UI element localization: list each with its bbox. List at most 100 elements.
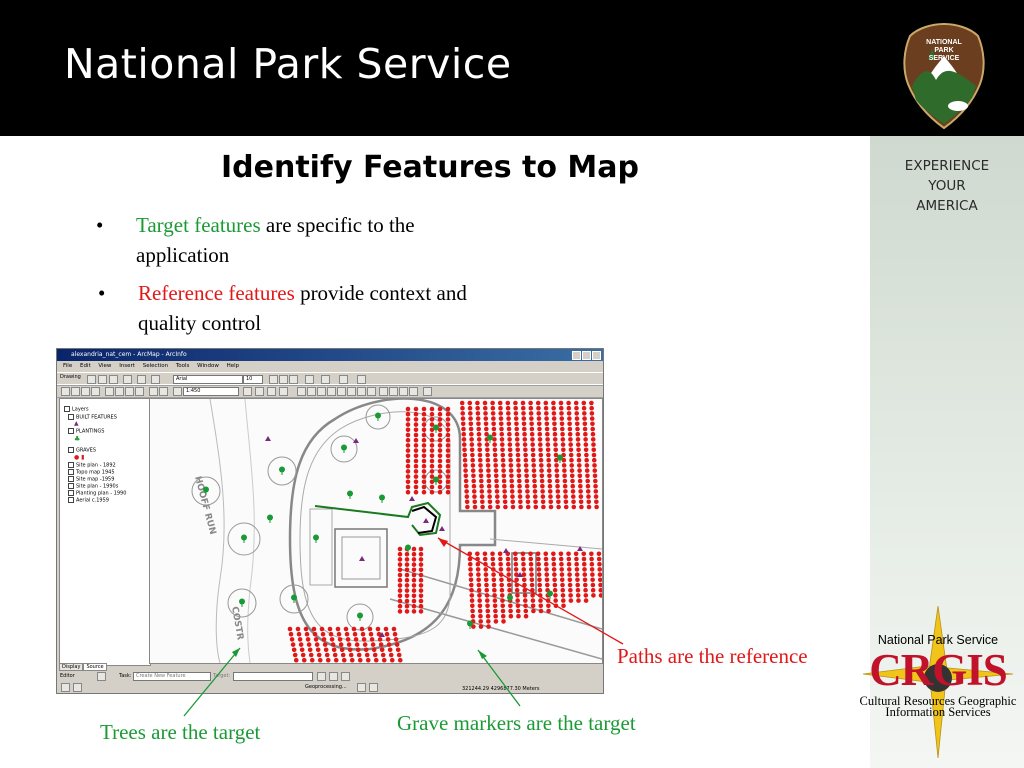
sketch-tool-icon[interactable] xyxy=(317,672,326,681)
select-features-icon[interactable] xyxy=(379,387,388,396)
pan-hand-icon[interactable] xyxy=(337,387,346,396)
toc-checkbox[interactable] xyxy=(68,469,74,475)
road-line xyxy=(489,538,602,550)
window-icon[interactable] xyxy=(357,683,366,692)
zoom-page-icon[interactable] xyxy=(109,375,118,384)
tab-display[interactable]: Display xyxy=(59,663,84,671)
toc-item-plantings[interactable]: PLANTINGS xyxy=(68,428,104,435)
redo-icon[interactable] xyxy=(159,387,168,396)
maximize-button[interactable] xyxy=(582,351,591,360)
grave-marker xyxy=(445,406,451,412)
cemetery-map[interactable]: HOOFF RUN COSTR xyxy=(150,399,602,663)
rotate-icon[interactable] xyxy=(98,375,107,384)
hyperlink-icon[interactable] xyxy=(423,387,432,396)
toc-item-topo-map-1945[interactable]: Topo map 1945 xyxy=(68,469,115,476)
drawing-menu-label[interactable]: Drawing xyxy=(60,374,81,380)
zoom-in-icon[interactable] xyxy=(297,387,306,396)
toc-checkbox[interactable] xyxy=(64,406,70,412)
target-select[interactable] xyxy=(233,672,313,681)
toc-item-site-plan-1990s[interactable]: Site plan - 1990s xyxy=(68,483,118,490)
arctoolbox-icon[interactable] xyxy=(255,387,264,396)
menu-view[interactable]: View xyxy=(98,363,111,369)
toc-item-planting-plan-1990[interactable]: Planting plan - 1990 xyxy=(68,490,126,497)
toc-checkbox[interactable] xyxy=(68,483,74,489)
menu-window[interactable]: Window xyxy=(197,363,219,369)
grave-marker xyxy=(493,613,498,619)
toc-item-graves[interactable]: GRAVES xyxy=(68,447,96,454)
toc-checkbox[interactable] xyxy=(68,462,74,468)
fixed-zoom-in-icon[interactable] xyxy=(317,387,326,396)
toc-checkbox[interactable] xyxy=(68,447,74,453)
help-icon[interactable] xyxy=(279,387,288,396)
zoom-out-icon[interactable] xyxy=(307,387,316,396)
menu-file[interactable]: File xyxy=(63,363,72,369)
menu-help[interactable]: Help xyxy=(227,363,240,369)
delete-icon[interactable] xyxy=(135,387,144,396)
new-document-icon[interactable] xyxy=(61,387,70,396)
start-icon[interactable] xyxy=(61,683,70,692)
add-data-icon[interactable] xyxy=(173,387,182,396)
grave-marker xyxy=(594,499,599,505)
map-display-area[interactable]: HOOFF RUN COSTR xyxy=(149,398,603,664)
close-button[interactable] xyxy=(592,351,601,360)
map-scale-select[interactable]: 1:450 xyxy=(183,387,239,396)
editor-menu[interactable]: Editor xyxy=(60,671,75,681)
attributes-icon[interactable] xyxy=(329,672,338,681)
grave-marker xyxy=(499,577,504,583)
save-icon[interactable] xyxy=(81,387,90,396)
tab-source[interactable]: Source xyxy=(83,663,107,671)
back-arrow-icon[interactable] xyxy=(357,387,366,396)
toc-checkbox[interactable] xyxy=(68,476,74,482)
geoprocessing-status[interactable]: Geoprocessing... xyxy=(305,682,347,692)
toc-item-site-map-1959[interactable]: Site map -1959 xyxy=(68,476,114,483)
minimize-button[interactable] xyxy=(572,351,581,360)
select-pointer-icon[interactable] xyxy=(87,375,96,384)
toc-checkbox[interactable] xyxy=(68,428,74,434)
line-color-icon[interactable] xyxy=(339,375,348,384)
copy-icon[interactable] xyxy=(115,387,124,396)
undo-icon[interactable] xyxy=(149,387,158,396)
menu-edit[interactable]: Edit xyxy=(80,363,91,369)
draw-icon[interactable] xyxy=(73,683,82,692)
font-size-select[interactable]: 10 xyxy=(243,375,263,384)
command-line-icon[interactable] xyxy=(267,387,276,396)
measure-icon[interactable] xyxy=(409,387,418,396)
task-select[interactable]: Create New Feature xyxy=(133,672,211,681)
print-icon[interactable] xyxy=(91,387,100,396)
menu-insert[interactable]: Insert xyxy=(119,363,135,369)
edit-vertex-icon[interactable] xyxy=(151,375,160,384)
menu-selection[interactable]: Selection xyxy=(143,363,168,369)
fixed-zoom-out-icon[interactable] xyxy=(327,387,336,396)
draw-line-icon[interactable] xyxy=(123,375,132,384)
toc-item-aerial-1959[interactable]: Aerial c.1959 xyxy=(68,497,109,504)
edit-tool-icon[interactable] xyxy=(97,672,106,681)
menu-tools[interactable]: Tools xyxy=(176,363,190,369)
split-tool-icon[interactable] xyxy=(341,672,350,681)
fill-color-icon[interactable] xyxy=(321,375,330,384)
editor-toolbar-icon[interactable] xyxy=(243,387,252,396)
grave-marker xyxy=(578,483,583,489)
toc-item-site-plan-1892[interactable]: Site plan - 1892 xyxy=(68,462,116,469)
forward-arrow-icon[interactable] xyxy=(367,387,376,396)
grave-marker xyxy=(291,647,297,653)
identify-icon[interactable] xyxy=(389,387,398,396)
underline-icon[interactable] xyxy=(289,375,298,384)
text-tool-icon[interactable] xyxy=(137,375,146,384)
paste-icon[interactable] xyxy=(125,387,134,396)
font-name-select[interactable]: Arial xyxy=(173,375,243,384)
grave-marker xyxy=(548,499,554,505)
cut-icon[interactable] xyxy=(105,387,114,396)
italic-icon[interactable] xyxy=(279,375,288,384)
toc-item-layers[interactable]: Layers xyxy=(64,406,89,413)
table-icon[interactable] xyxy=(369,683,378,692)
marker-color-icon[interactable] xyxy=(357,375,366,384)
open-folder-icon[interactable] xyxy=(71,387,80,396)
toc-checkbox[interactable] xyxy=(68,490,74,496)
full-extent-globe-icon[interactable] xyxy=(347,387,356,396)
grave-marker xyxy=(521,421,527,427)
font-color-icon[interactable] xyxy=(305,375,314,384)
toc-checkbox[interactable] xyxy=(68,497,74,503)
bold-icon[interactable] xyxy=(269,375,278,384)
find-binoculars-icon[interactable] xyxy=(399,387,408,396)
grave-marker xyxy=(367,626,373,632)
